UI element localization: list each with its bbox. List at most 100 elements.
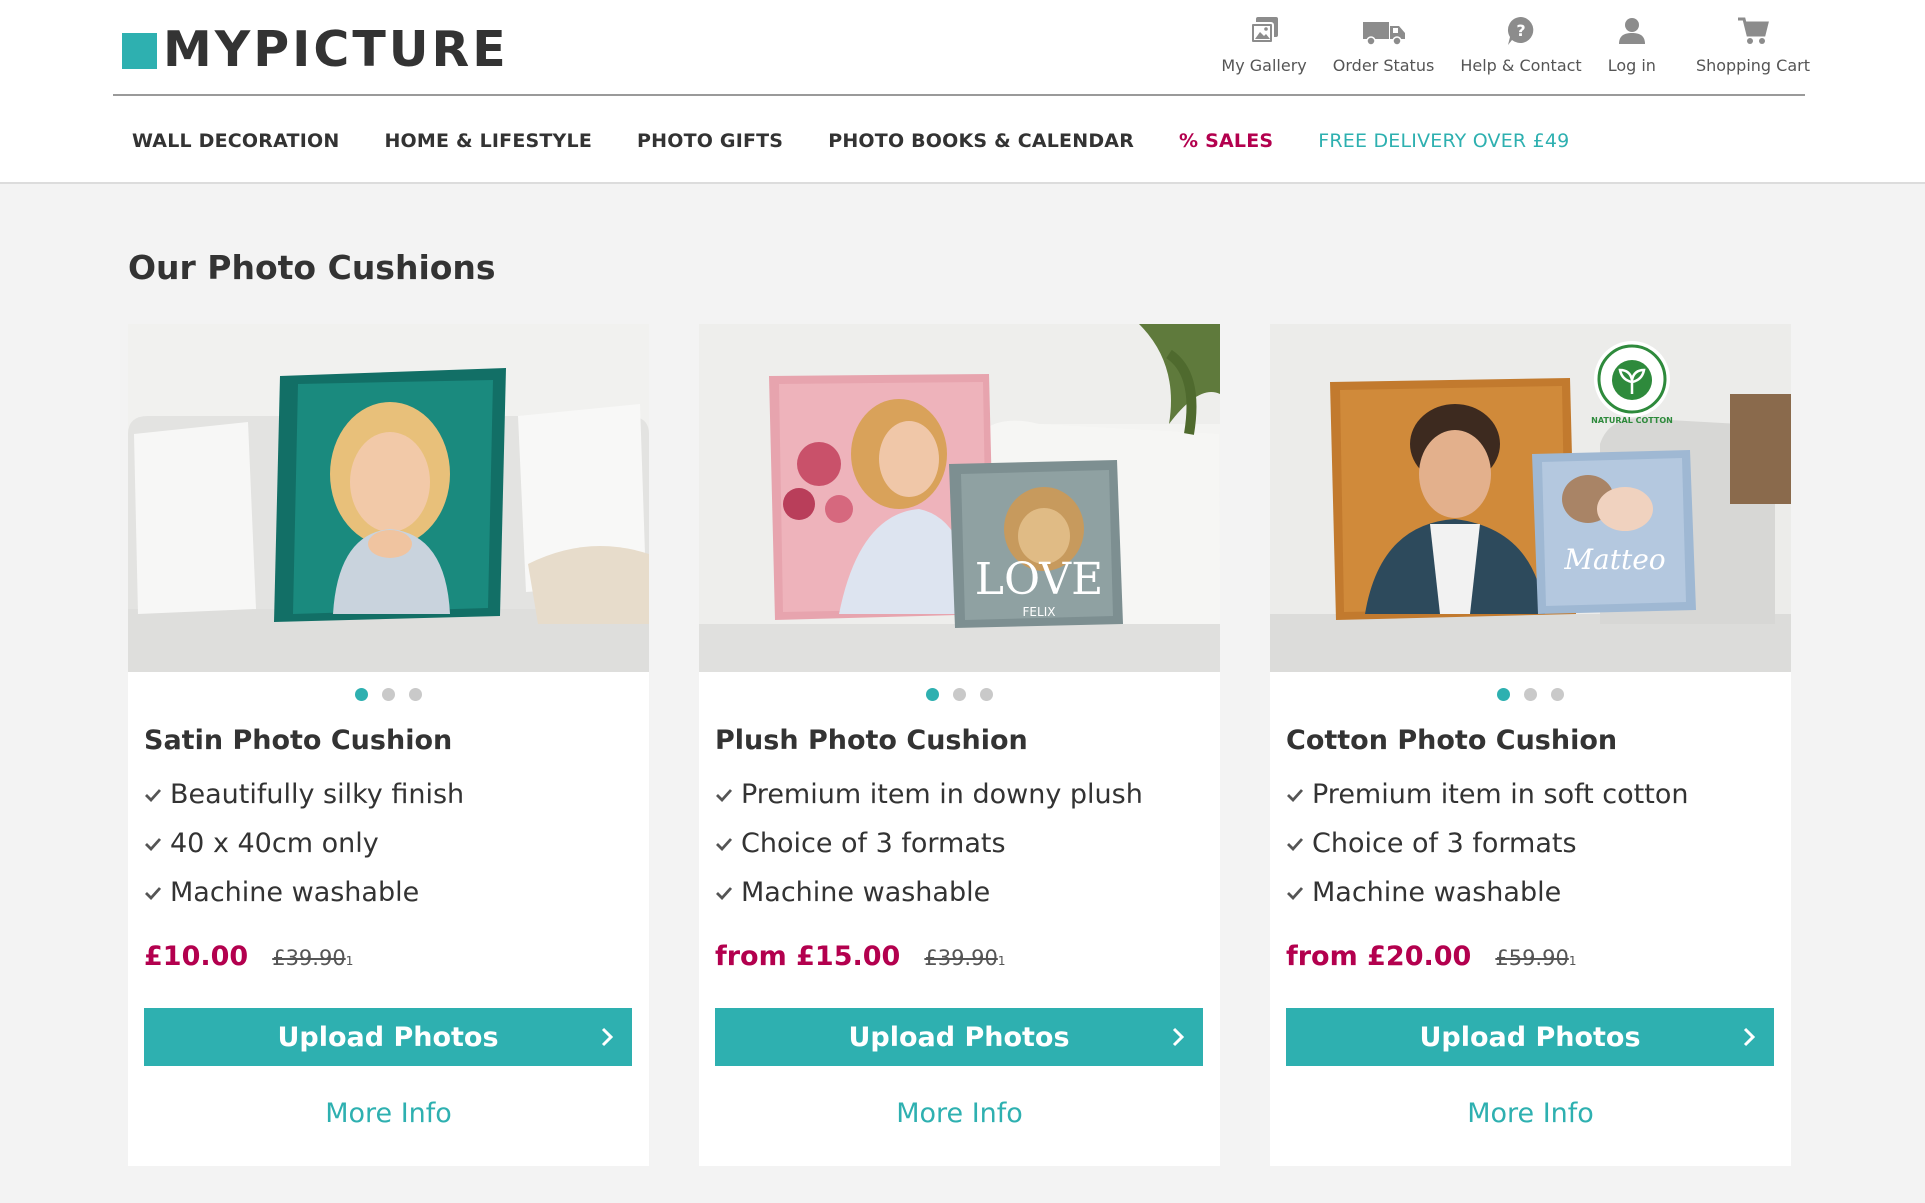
satin-cushion-photo[interactable] — [128, 324, 649, 672]
original-price: £39.90 — [924, 946, 998, 970]
original-price: £59.90 — [1495, 946, 1569, 970]
feature-list: Premium item in downy plush Choice of 3 … — [715, 770, 1220, 917]
order-status-link[interactable]: Order Status — [1332, 14, 1435, 75]
nav-photo-books-calendar[interactable]: PHOTO BOOKS & CALENDAR — [828, 130, 1134, 152]
check-icon — [716, 886, 733, 900]
carousel-dot-1[interactable] — [355, 688, 368, 701]
check-icon — [1287, 837, 1304, 851]
price-footnote: 1 — [345, 954, 354, 968]
carousel-dot-2[interactable] — [382, 688, 395, 701]
cotton-badge-text: NATURAL COTTON — [1591, 416, 1673, 425]
product-cards: Satin Photo Cushion Beautifully silky fi… — [128, 324, 1791, 1166]
truck-icon — [1362, 22, 1405, 46]
carousel-dot-3[interactable] — [980, 688, 993, 701]
nav-home-lifestyle[interactable]: HOME & LIFESTYLE — [384, 130, 592, 152]
carousel-dot-2[interactable] — [1524, 688, 1537, 701]
product-card-cotton: Matteo NATURAL COTTON Cotton Photo Cushi… — [1270, 324, 1791, 1166]
original-price: £39.90 — [272, 946, 346, 970]
product-card-plush: LOVE FELIX Plush Photo Cushion Premium i… — [699, 324, 1220, 1166]
more-info-link[interactable]: More Info — [1270, 1098, 1791, 1129]
svg-text:?: ? — [1516, 21, 1525, 40]
upload-photos-button[interactable]: Upload Photos — [144, 1008, 632, 1066]
feature-text: Machine washable — [741, 877, 991, 908]
section-title: Our Photo Cushions — [128, 248, 496, 287]
my-gallery-link[interactable]: My Gallery — [1221, 14, 1307, 75]
upload-photos-label: Upload Photos — [277, 1021, 499, 1053]
chevron-right-icon — [1172, 1027, 1185, 1047]
feature-text: Premium item in soft cotton — [1312, 779, 1689, 810]
image-carousel-dots — [128, 688, 649, 701]
shopping-cart-link[interactable]: Shopping Cart — [1696, 14, 1810, 75]
feature-item: Choice of 3 formats — [1286, 819, 1791, 868]
plush-image-text: LOVE — [975, 554, 1103, 605]
feature-text: Choice of 3 formats — [741, 828, 1006, 859]
check-icon — [145, 788, 162, 802]
help-icon: ? — [1507, 16, 1534, 45]
check-icon — [716, 837, 733, 851]
price-row: £10.00 £39.90 1 — [144, 941, 649, 972]
carousel-dot-1[interactable] — [1497, 688, 1510, 701]
my-gallery-label: My Gallery — [1221, 56, 1307, 75]
product-title: Plush Photo Cushion — [715, 725, 1028, 756]
check-icon — [716, 788, 733, 802]
main-nav: WALL DECORATION HOME & LIFESTYLE PHOTO G… — [132, 130, 1614, 152]
plush-image-subtext: FELIX — [1023, 605, 1056, 619]
product-title: Satin Photo Cushion — [144, 725, 453, 756]
feature-item: Premium item in soft cotton — [1286, 770, 1791, 819]
feature-item: 40 x 40cm only — [144, 819, 649, 868]
carousel-dot-3[interactable] — [1551, 688, 1564, 701]
site-header: MYPICTURE My Gallery Order Status ? Help… — [0, 0, 1925, 184]
site-logo[interactable]: MYPICTURE — [122, 24, 509, 76]
feature-list: Premium item in soft cotton Choice of 3 … — [1286, 770, 1791, 917]
login-link[interactable]: Log in — [1608, 14, 1656, 75]
header-divider — [113, 94, 1805, 96]
current-price: from £20.00 — [1286, 941, 1472, 972]
check-icon — [1287, 886, 1304, 900]
price-footnote: 1 — [997, 954, 1006, 968]
feature-text: Premium item in downy plush — [741, 779, 1143, 810]
image-carousel-dots — [699, 688, 1220, 701]
feature-text: Choice of 3 formats — [1312, 828, 1577, 859]
carousel-dot-1[interactable] — [926, 688, 939, 701]
check-icon — [145, 886, 162, 900]
upload-photos-button[interactable]: Upload Photos — [715, 1008, 1203, 1066]
price-row: from £15.00 £39.90 1 — [715, 941, 1220, 972]
more-info-link[interactable]: More Info — [699, 1098, 1220, 1129]
current-price: £10.00 — [144, 941, 249, 972]
current-price: from £15.00 — [715, 941, 901, 972]
upload-photos-label: Upload Photos — [1419, 1021, 1641, 1053]
help-contact-link[interactable]: ? Help & Contact — [1460, 14, 1582, 75]
free-delivery-notice[interactable]: FREE DELIVERY OVER £49 — [1318, 130, 1569, 152]
more-info-link[interactable]: More Info — [128, 1098, 649, 1129]
feature-text: Beautifully silky finish — [170, 779, 465, 810]
chevron-right-icon — [1743, 1027, 1756, 1047]
carousel-dot-2[interactable] — [953, 688, 966, 701]
price-row: from £20.00 £59.90 1 — [1286, 941, 1791, 972]
cotton-image-text: Matteo — [1563, 543, 1665, 576]
gallery-icon — [1250, 17, 1279, 44]
order-status-label: Order Status — [1332, 56, 1435, 75]
nav-photo-gifts[interactable]: PHOTO GIFTS — [637, 130, 783, 152]
chevron-right-icon — [601, 1027, 614, 1047]
plush-cushion-photo[interactable]: LOVE FELIX — [699, 324, 1220, 672]
feature-item: Machine washable — [144, 868, 649, 917]
feature-list: Beautifully silky finish 40 x 40cm only … — [144, 770, 649, 917]
feature-item: Choice of 3 formats — [715, 819, 1220, 868]
price-footnote: 1 — [1568, 954, 1577, 968]
feature-text: Machine washable — [170, 877, 420, 908]
logo-mark — [122, 33, 157, 69]
feature-item: Machine washable — [715, 868, 1220, 917]
nav-sales[interactable]: % SALES — [1179, 130, 1273, 152]
feature-item: Machine washable — [1286, 868, 1791, 917]
upload-photos-button[interactable]: Upload Photos — [1286, 1008, 1774, 1066]
login-label: Log in — [1607, 56, 1656, 75]
nav-wall-decoration[interactable]: WALL DECORATION — [132, 130, 339, 152]
cart-icon — [1737, 17, 1769, 44]
image-carousel-dots — [1270, 688, 1791, 701]
upload-photos-label: Upload Photos — [848, 1021, 1070, 1053]
carousel-dot-3[interactable] — [409, 688, 422, 701]
feature-item: Premium item in downy plush — [715, 770, 1220, 819]
feature-item: Beautifully silky finish — [144, 770, 649, 819]
user-icon — [1618, 18, 1645, 44]
cotton-cushion-photo[interactable]: Matteo NATURAL COTTON — [1270, 324, 1791, 672]
